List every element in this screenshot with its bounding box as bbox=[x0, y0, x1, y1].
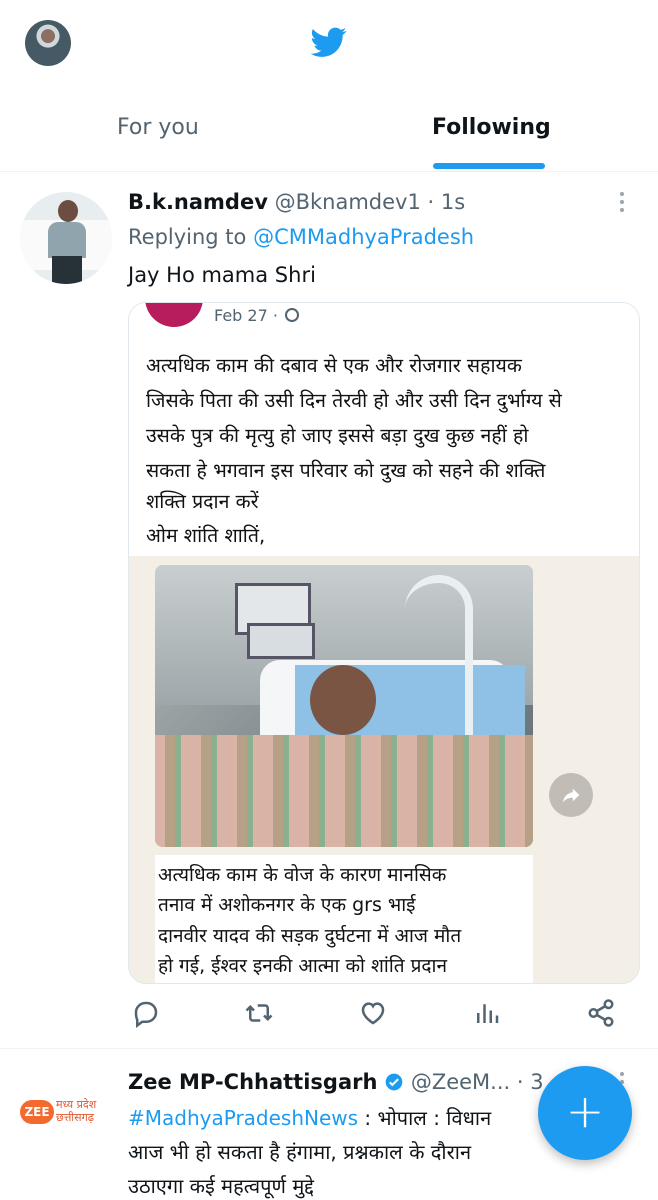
twitter-bird-icon bbox=[310, 27, 347, 57]
text-line: अत्यधिक काम के वोज के कारण मानसिक bbox=[158, 864, 447, 886]
tab-following[interactable]: Following bbox=[432, 115, 551, 140]
text-line: तनाव में अशोकनगर के एक grs भाई bbox=[158, 894, 416, 916]
profile-avatar[interactable] bbox=[25, 20, 71, 66]
tweet-header: B.k.namdev @Bknamdev1 · 1s bbox=[128, 190, 465, 214]
text-line: हो गई, ईश्वर इनकी आत्मा को शांति प्रदान bbox=[158, 955, 447, 977]
mention-link[interactable]: @CMMadhyaPradesh bbox=[253, 225, 474, 249]
forward-icon bbox=[549, 773, 593, 817]
tweet[interactable]: B.k.namdev @Bknamdev1 · 1s Replying to @… bbox=[0, 172, 658, 1049]
retweet-icon[interactable] bbox=[244, 998, 274, 1028]
tweet-text-line: #MadhyaPradeshNews : भोपाल : विधान bbox=[128, 1104, 491, 1131]
quote-date: Feb 27 · bbox=[214, 306, 278, 325]
more-options-icon[interactable] bbox=[612, 190, 632, 214]
text-line: ओम शांति शातिं, bbox=[146, 524, 266, 547]
hashtag-link[interactable]: #MadhyaPradeshNews bbox=[128, 1106, 358, 1130]
hospital-photo bbox=[155, 565, 533, 847]
logo-line: मध्य प्रदेश bbox=[56, 1098, 97, 1111]
author-handle[interactable]: @ZeeM... bbox=[411, 1070, 510, 1094]
screenshot-text-bottom: अत्यधिक काम के वोज के कारण मानसिक तनाव म… bbox=[155, 855, 533, 983]
plus-icon: + bbox=[565, 1084, 605, 1138]
tweet-media-image[interactable]: Feb 27 · अत्यधिक काम की दबाव से एक और रो… bbox=[128, 302, 640, 984]
text-line: सकता हे भगवान इस परिवार को दुख को सहने क… bbox=[146, 459, 546, 482]
screenshot-header: Feb 27 · bbox=[129, 303, 639, 331]
separator: · bbox=[516, 1070, 524, 1094]
quote-avatar bbox=[145, 303, 203, 327]
tweet-text: Jay Ho mama Shri bbox=[128, 263, 316, 287]
tweet-text: आज भी हो सकता है हंगामा, प्रश्नकाल के दौ… bbox=[128, 1140, 472, 1164]
separator: · bbox=[427, 190, 435, 214]
active-tab-indicator bbox=[433, 163, 545, 169]
tweet-actions bbox=[0, 998, 658, 1038]
globe-icon bbox=[285, 308, 299, 322]
tab-for-you[interactable]: For you bbox=[117, 115, 199, 140]
avatar[interactable] bbox=[20, 192, 112, 284]
reply-icon[interactable] bbox=[131, 998, 161, 1028]
author-handle[interactable]: @Bknamdev1 bbox=[275, 190, 421, 214]
timestamp[interactable]: 1s bbox=[441, 190, 465, 214]
share-icon[interactable] bbox=[586, 998, 616, 1028]
compose-tweet-button[interactable]: + bbox=[538, 1066, 632, 1160]
replying-to: Replying to @CMMadhyaPradesh bbox=[128, 225, 474, 249]
author-name[interactable]: B.k.namdev bbox=[128, 190, 268, 214]
zee-badge: ZEE bbox=[20, 1100, 54, 1124]
avatar[interactable]: ZEE मध्य प्रदेश छत्तीसगढ़ bbox=[20, 1096, 112, 1128]
screenshot-text-top: अत्यधिक काम की दबाव से एक और रोजगार सहाय… bbox=[129, 331, 639, 556]
analytics-icon[interactable] bbox=[472, 998, 502, 1028]
replying-prefix: Replying to bbox=[128, 225, 247, 249]
text-line: अत्यधिक काम की दबाव से एक और रोजगार सहाय… bbox=[146, 354, 522, 377]
text-line: उसके पुत्र की मृत्यु हो जाए इससे बड़ा दु… bbox=[146, 424, 529, 447]
top-bar bbox=[0, 0, 658, 90]
author-name[interactable]: Zee MP-Chhattisgarh bbox=[128, 1070, 377, 1094]
text-line: शक्ति प्रदान करें bbox=[146, 490, 259, 513]
timeline-tabs: For you Following bbox=[0, 95, 658, 172]
tweet-text: : भोपाल : विधान bbox=[358, 1106, 492, 1130]
tweet-header: Zee MP-Chhattisgarh @ZeeM... · 3 bbox=[128, 1070, 544, 1094]
tweet-text: उठाएगा कई महत्वपूर्ण मुद्दे bbox=[128, 1174, 314, 1198]
text-line: दानवीर यादव की सड़क दुर्घटना में आज मौत bbox=[158, 925, 462, 947]
verified-icon bbox=[385, 1073, 403, 1091]
like-icon[interactable] bbox=[358, 998, 388, 1028]
text-line: जिसके पिता की उसी दिन तेरवी हो और उसी दि… bbox=[146, 389, 562, 412]
logo-line: छत्तीसगढ़ bbox=[56, 1111, 94, 1124]
zee-logo-text: मध्य प्रदेश छत्तीसगढ़ bbox=[56, 1098, 96, 1124]
